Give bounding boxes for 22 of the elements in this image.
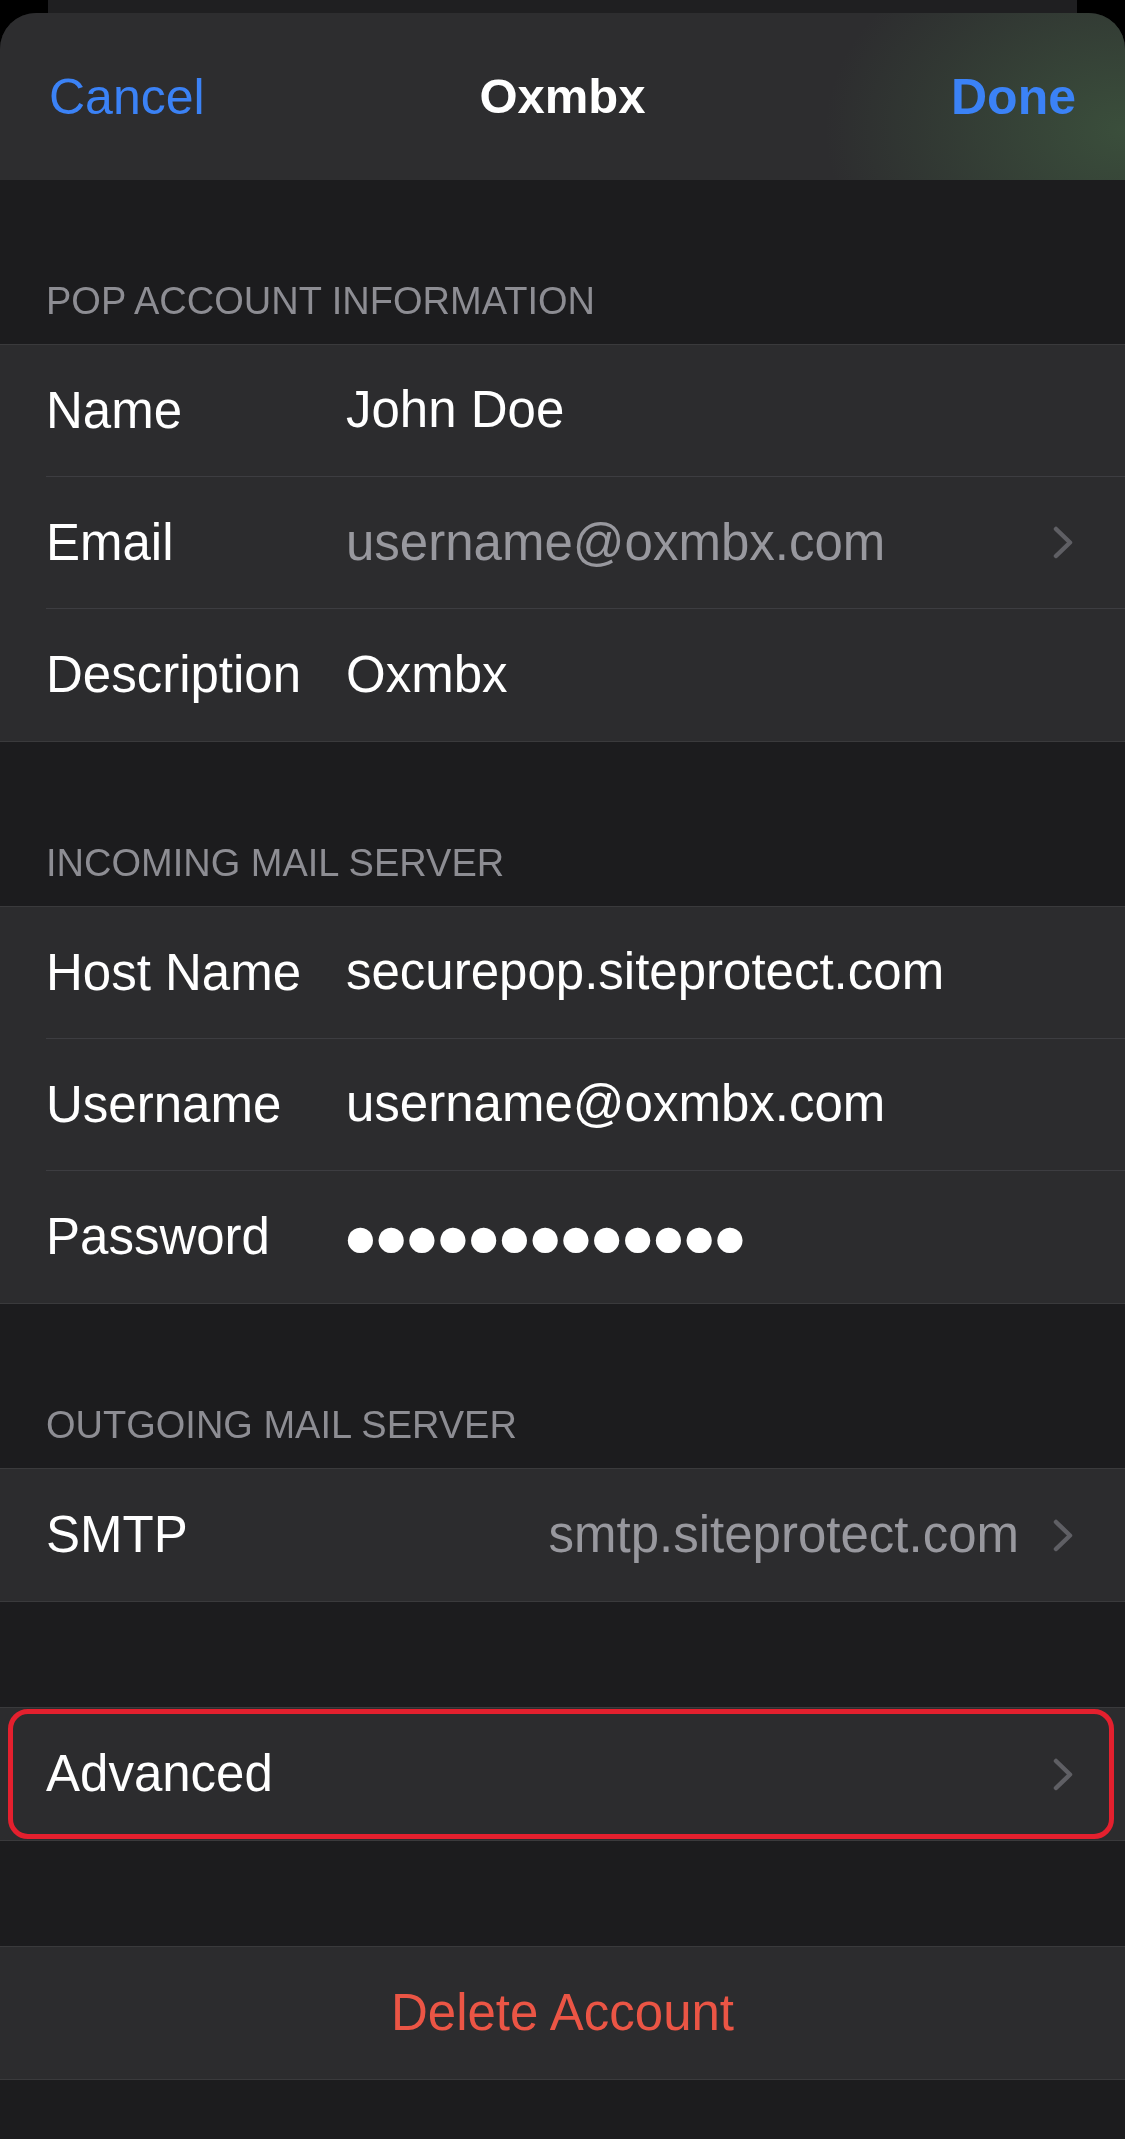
chevron-icon [1053,1757,1074,1791]
text-field[interactable]: John Doe [346,379,1074,442]
field-label: Username [46,1074,283,1135]
cancel-button[interactable]: Cancel [49,66,205,127]
disclosure-row[interactable]: Advanced [0,1708,1125,1840]
section-header: INCOMING MAIL SERVER [45,841,506,886]
delete-account-button[interactable]: Delete Account [0,1947,1125,2079]
sheet-title: Oxmbx [479,68,646,126]
detail-row[interactable]: Email username@oxmbx.com [0,477,1125,609]
text-field[interactable]: username@oxmbx.com [346,1073,1074,1136]
field-label: Name [46,380,184,441]
text-field[interactable]: Oxmbx [346,644,1074,706]
section-header: POP ACCOUNT INFORMATION [45,279,596,324]
password-field[interactable]: ●●●●●●●●●●●●● [346,1206,1074,1268]
field-label: Password [46,1207,271,1267]
text-field[interactable]: securepop.siteprotect.com [346,941,1074,1004]
detail-row[interactable]: SMTP smtp.siteprotect.com [0,1469,1125,1601]
section-header: OUTGOING MAIL SERVER [45,1403,518,1448]
chevron-icon [1053,1518,1074,1552]
chevron-icon [1053,526,1074,559]
field-label: Description [46,645,303,705]
field-label: Host Name [46,942,303,1003]
